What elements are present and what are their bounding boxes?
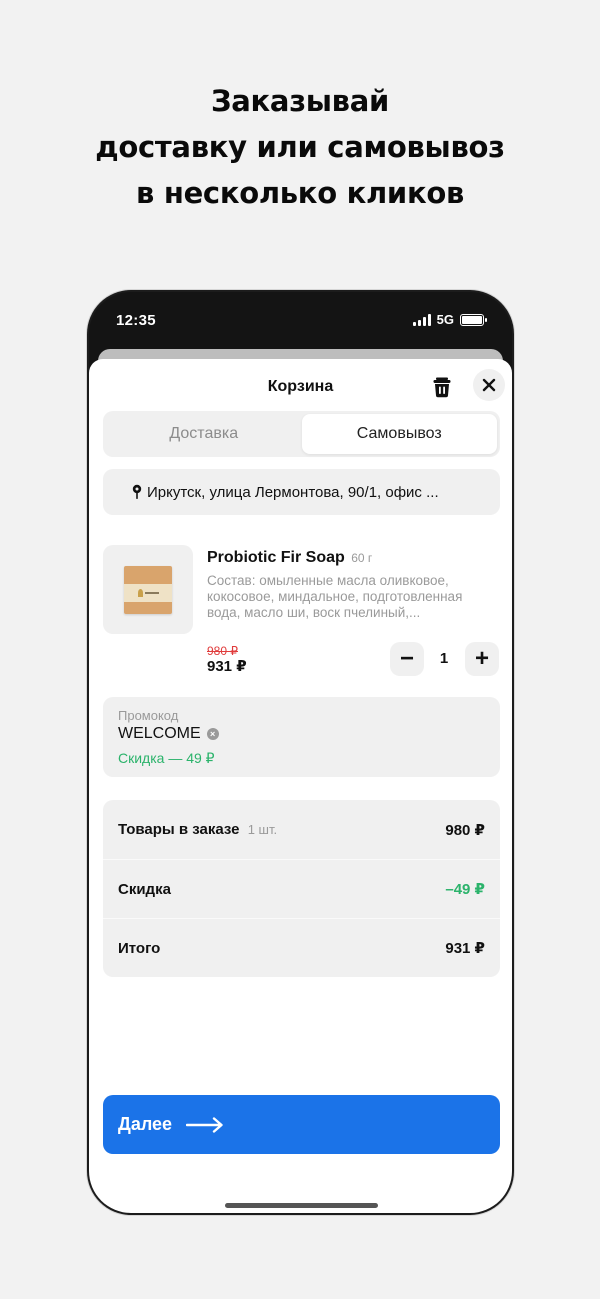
quantity-value: 1 (439, 650, 449, 667)
summary-row-total: Итого 931 ₽ (103, 918, 500, 977)
promo-headline: Заказывай доставку или самовывоз в неско… (0, 78, 600, 216)
phone-frame: 12:35 5G Корзина Доставка Самовывоз Ирку… (87, 290, 514, 1215)
phone-screen: 12:35 5G Корзина Доставка Самовывоз Ирку… (89, 292, 512, 1213)
promo-code-row: WELCOME × (118, 725, 219, 743)
arrow-right-icon (186, 1116, 223, 1133)
network-label: 5G (436, 312, 454, 327)
summary-items-value: 980 ₽ (445, 821, 485, 839)
quantity-increase-button[interactable]: + (465, 642, 499, 676)
battery-icon (460, 313, 487, 326)
status-time: 12:35 (116, 312, 156, 329)
product-weight: 60 г (351, 551, 373, 565)
delivery-type-switch: Доставка Самовывоз (103, 411, 500, 457)
headline-line-2: доставку или самовывоз (95, 130, 505, 164)
product-old-price: 980 ₽ (207, 644, 238, 658)
product-name: Probiotic Fir Soap (207, 549, 345, 566)
cart-sheet: Корзина Доставка Самовывоз Иркутск, улиц… (89, 359, 512, 1213)
product-description: Состав: омыленные масла оливковое, кокос… (207, 573, 463, 620)
summary-row-items: Товары в заказе 1 шт. 980 ₽ (103, 800, 500, 859)
headline-line-1: Заказывай (210, 84, 390, 118)
close-button[interactable] (473, 369, 505, 401)
home-indicator[interactable] (225, 1203, 378, 1208)
address-text: Иркутск, улица Лермонтова, 90/1, офис ..… (147, 483, 439, 501)
plus-icon: + (474, 645, 489, 672)
close-icon (482, 378, 496, 392)
order-summary: Товары в заказе 1 шт. 980 ₽ Скидка –49 ₽… (103, 800, 500, 977)
summary-total-value: 931 ₽ (445, 940, 485, 957)
address-field[interactable]: Иркутск, улица Лермонтова, 90/1, офис ..… (103, 469, 500, 515)
status-indicators: 5G (412, 312, 487, 327)
status-bar: 12:35 5G (89, 292, 512, 350)
location-pin-icon (132, 484, 142, 499)
summary-discount-label: Скидка (118, 880, 171, 898)
tab-pickup[interactable]: Самовывоз (301, 414, 497, 454)
clear-promo-icon[interactable]: × (206, 728, 219, 740)
tab-delivery[interactable]: Доставка (106, 414, 302, 454)
soap-box-image (124, 565, 172, 614)
signal-icon (412, 313, 431, 326)
summary-row-discount: Скидка –49 ₽ (103, 859, 500, 918)
summary-discount-value: –49 ₽ (445, 881, 485, 898)
next-button[interactable]: Далее (103, 1095, 500, 1154)
promo-code-value: WELCOME (118, 725, 201, 742)
product-price: 931 ₽ (207, 658, 247, 675)
summary-total-label: Итого (118, 939, 161, 957)
summary-items-label: Товары в заказе (118, 821, 240, 838)
minus-icon: − (399, 645, 414, 672)
promo-code-field[interactable]: Промокод WELCOME × Скидка — 49 ₽ (103, 697, 500, 777)
headline-line-3: в несколько кликов (135, 176, 465, 210)
quantity-decrease-button[interactable]: − (390, 642, 424, 676)
product-title[interactable]: Probiotic Fir Soap 60 г (207, 549, 372, 567)
next-button-label: Далее (118, 1114, 173, 1134)
promo-label: Промокод (118, 708, 179, 723)
summary-items-count: 1 шт. (247, 822, 278, 837)
product-image[interactable] (103, 545, 193, 634)
promo-discount: Скидка — 49 ₽ (118, 750, 215, 766)
trash-icon[interactable] (430, 375, 454, 399)
